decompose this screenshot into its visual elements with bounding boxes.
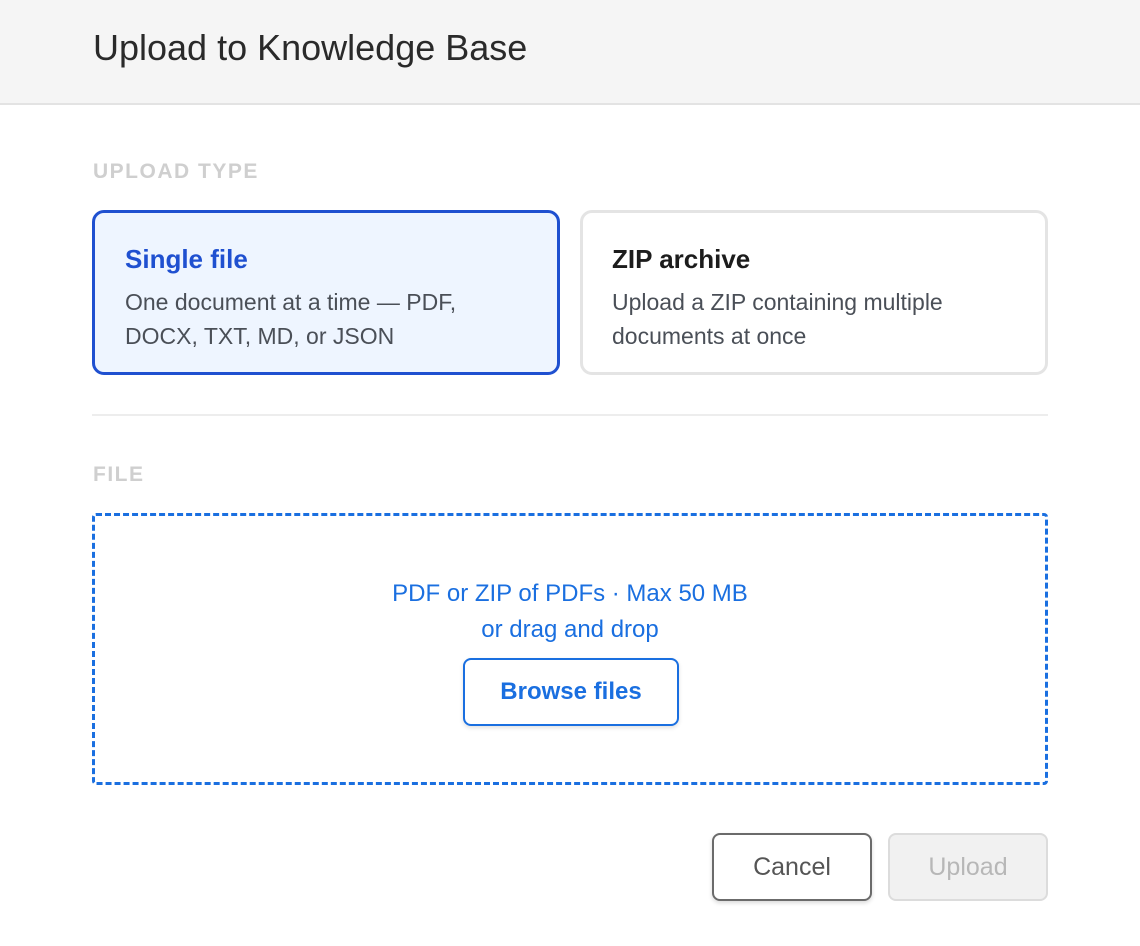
upload-button[interactable]: Upload [888, 833, 1048, 901]
upload-dialog: Upload to Knowledge Base UPLOAD TYPE Sin… [0, 0, 1140, 946]
dialog-title: Upload to Knowledge Base [93, 27, 528, 68]
option-single-file-description: One document at a time — PDF, DOCX, TXT,… [125, 289, 457, 349]
option-zip-archive-title: ZIP archive [612, 244, 751, 274]
section-divider [92, 414, 1048, 416]
cancel-button[interactable]: Cancel [712, 833, 872, 901]
upload-type-label: UPLOAD TYPE [93, 160, 259, 183]
option-zip-archive-description: Upload a ZIP containing multiple documen… [612, 289, 943, 349]
option-zip-archive[interactable]: ZIP archive Upload a ZIP containing mult… [580, 210, 1048, 375]
dialog-header: Upload to Knowledge Base [0, 0, 1140, 105]
file-dropzone[interactable]: PDF or ZIP of PDFs · Max 50 MB or drag a… [92, 513, 1048, 785]
dropzone-hint: PDF or ZIP of PDFs · Max 50 MB [392, 580, 748, 607]
option-single-file[interactable]: Single file One document at a time — PDF… [92, 210, 560, 375]
dropzone-drag-text: or drag and drop [481, 616, 659, 643]
file-label: FILE [93, 463, 145, 486]
option-single-file-title: Single file [125, 244, 248, 274]
browse-files-button[interactable]: Browse files [463, 658, 679, 726]
